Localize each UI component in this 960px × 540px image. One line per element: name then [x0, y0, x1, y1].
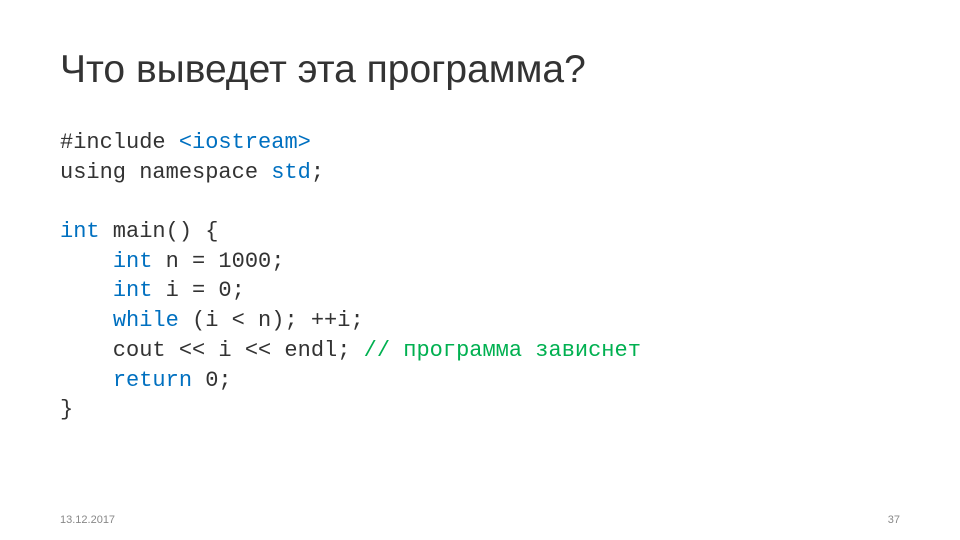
- code-keyword: int: [113, 249, 153, 274]
- slide-footer: 13.12.2017 37: [60, 514, 900, 526]
- code-text: main() {: [100, 219, 219, 244]
- code-text: [60, 368, 113, 393]
- slide-title: Что выведет эта программа?: [60, 48, 900, 92]
- footer-page: 37: [888, 514, 900, 526]
- code-text: using namespace: [60, 160, 271, 185]
- code-text: 0;: [192, 368, 232, 393]
- slide: Что выведет эта программа? #include <ios…: [0, 0, 960, 540]
- code-text: cout << i << endl;: [60, 338, 364, 363]
- code-keyword: while: [113, 308, 179, 333]
- code-text: (i < n); ++i;: [179, 308, 364, 333]
- code-keyword: int: [60, 219, 100, 244]
- code-block: #include <iostream> using namespace std;…: [60, 128, 900, 425]
- code-keyword: int: [113, 278, 153, 303]
- code-text: #include: [60, 130, 179, 155]
- code-keyword: std: [271, 160, 311, 185]
- code-text: [60, 308, 113, 333]
- code-text: }: [60, 397, 73, 422]
- footer-date: 13.12.2017: [60, 514, 115, 526]
- code-include: <iostream>: [179, 130, 311, 155]
- code-text: [60, 249, 113, 274]
- code-text: i = 0;: [152, 278, 244, 303]
- code-text: n = 1000;: [152, 249, 284, 274]
- code-text: ;: [311, 160, 324, 185]
- code-text: [60, 278, 113, 303]
- code-keyword: return: [113, 368, 192, 393]
- code-comment: // программа зависнет: [364, 338, 641, 363]
